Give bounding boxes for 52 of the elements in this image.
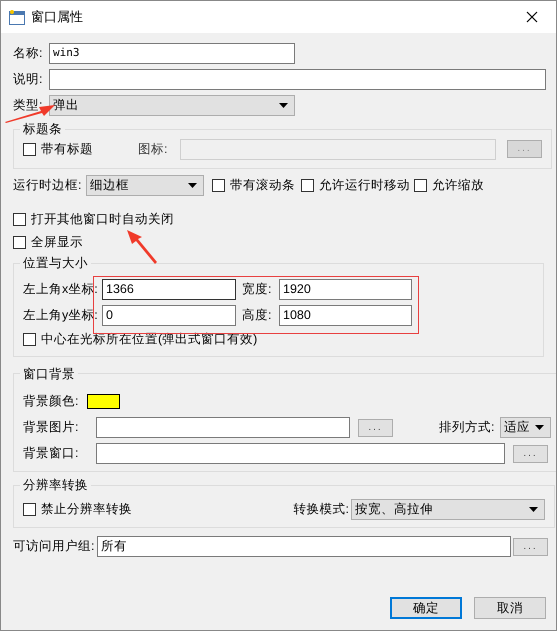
input-field[interactable]: 所有: [97, 536, 511, 557]
field-label: 说明:: [13, 71, 44, 88]
checkbox[interactable]: 允许运行时移动: [301, 176, 414, 195]
caret-icon: [529, 507, 538, 512]
group-title: 位置与大小: [22, 254, 89, 272]
field-label: 运行时边框:: [13, 176, 82, 194]
checkbox[interactable]: 允许缩放: [414, 176, 484, 195]
dropdown[interactable]: 细边框: [86, 174, 204, 196]
group-title: 标题条: [22, 121, 63, 138]
input-field[interactable]: [96, 417, 350, 438]
group-title: 窗口背景: [22, 366, 76, 382]
checkbox[interactable]: 带有标题: [23, 140, 138, 159]
field-label: 背景颜色:: [23, 392, 80, 410]
field-label: 宽度:: [242, 280, 272, 298]
field-label: 排列方式:: [439, 419, 496, 436]
input-field[interactable]: 0: [102, 304, 236, 326]
close-icon[interactable]: [526, 11, 538, 23]
field-label: 高度:: [242, 306, 272, 324]
field-label: 背景图片:: [23, 419, 80, 436]
dropdown[interactable]: 按宽、高拉伸: [351, 499, 545, 520]
dropdown[interactable]: 弹出: [49, 95, 295, 116]
input-field[interactable]: 1920: [279, 278, 412, 300]
field-label: 转换模式:: [292, 501, 349, 518]
dropdown[interactable]: 适应: [500, 417, 551, 438]
field-label: 左上角x坐标:: [23, 280, 99, 298]
window-title: 窗口属性: [31, 8, 84, 26]
field-label: 背景窗口:: [23, 445, 80, 462]
annotation-arrow: [127, 230, 157, 264]
checkbox[interactable]: 全屏显示: [13, 232, 83, 252]
browse-button[interactable]: ...: [358, 418, 393, 437]
window-icon: [9, 10, 25, 24]
input-field[interactable]: 1080: [279, 304, 412, 326]
dialog-button[interactable]: 确定: [390, 597, 462, 619]
checkbox[interactable]: 打开其他窗口时自动关闭: [13, 210, 174, 229]
field-label: 左上角y坐标:: [23, 306, 99, 324]
checkbox[interactable]: 禁止分辨率转换: [23, 500, 283, 519]
input-field[interactable]: 1366: [102, 278, 236, 300]
group-title: 分辨率转换: [22, 477, 89, 494]
browse-button[interactable]: ...: [513, 538, 548, 556]
field-label: 可访问用户组:: [13, 538, 96, 556]
caret-icon: [279, 103, 288, 108]
field-label: 图标:: [138, 140, 168, 158]
color-swatch[interactable]: [87, 394, 120, 409]
input-field[interactable]: win3: [49, 43, 295, 64]
caret-icon: [535, 425, 544, 430]
input-field[interactable]: [49, 69, 546, 90]
caret-icon: [188, 182, 197, 188]
input-field[interactable]: [96, 443, 505, 464]
field-label: 名称:: [13, 45, 44, 62]
dialog-button[interactable]: 取消: [474, 597, 546, 619]
checkbox[interactable]: 带有滚动条: [212, 176, 301, 195]
browse-button[interactable]: ...: [513, 444, 548, 463]
